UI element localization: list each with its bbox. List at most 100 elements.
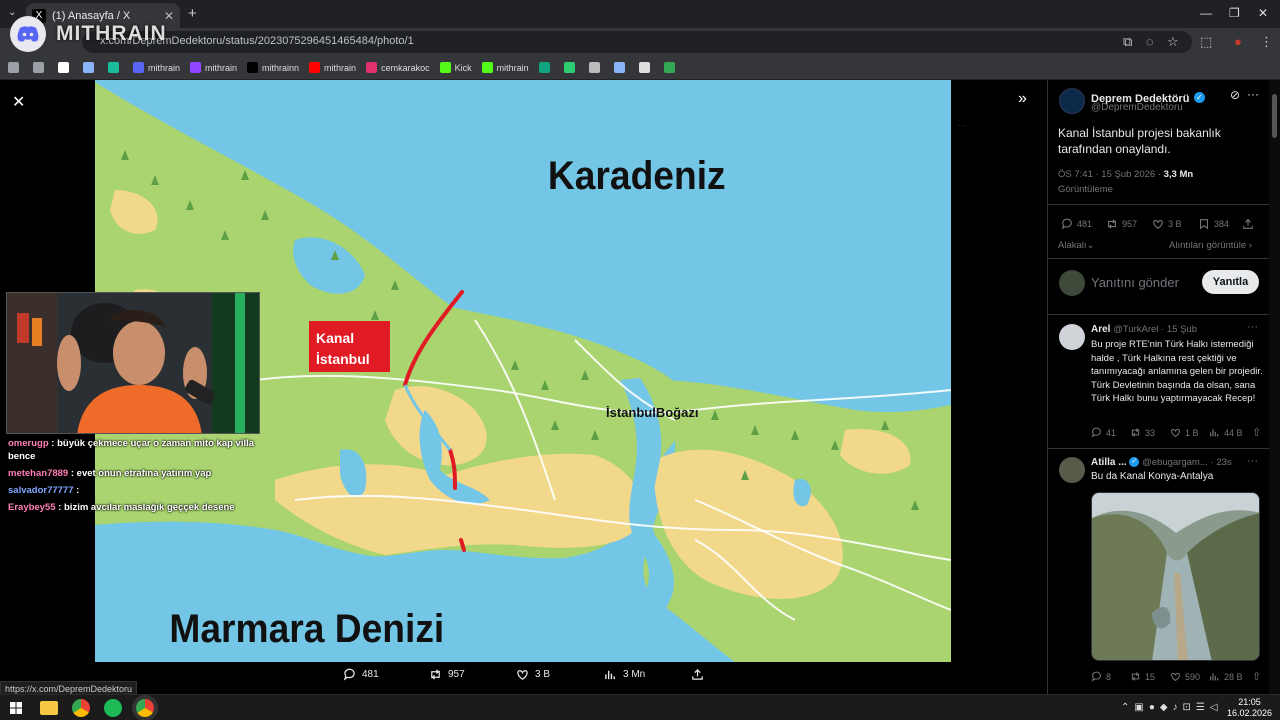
- more-options-icon[interactable]: ···: [1247, 321, 1258, 333]
- chrome-icon[interactable]: [72, 699, 90, 717]
- more-options-icon[interactable]: ···: [1247, 87, 1259, 101]
- share-button[interactable]: [1242, 218, 1258, 230]
- reply-time[interactable]: · 23s: [1211, 457, 1232, 468]
- chat-username: omerugp: [8, 438, 49, 449]
- like-button[interactable]: 3 B: [1152, 218, 1182, 230]
- author-avatar[interactable]: [1059, 88, 1085, 114]
- chrome-active-icon[interactable]: [136, 699, 154, 717]
- photo-views-button[interactable]: 3 Mn: [604, 668, 645, 681]
- tweet-time[interactable]: ÖS 7:41 · 15 Şub 2026 ·: [1058, 169, 1161, 180]
- relevance-sort[interactable]: Alakalı⌄: [1058, 240, 1094, 251]
- share-icon: [692, 669, 703, 680]
- reply-reply-button[interactable]: 8: [1091, 671, 1111, 682]
- heart-icon: [1153, 220, 1163, 229]
- restore-icon[interactable]: ❐: [1229, 6, 1240, 20]
- bookmark-item[interactable]: [638, 62, 654, 73]
- view-quotes-link[interactable]: Alıntıları görüntüle ›: [1169, 240, 1252, 251]
- url-omnibox[interactable]: x.com/DepremDedektoru/status/20230752964…: [82, 31, 1192, 53]
- image-icon: [638, 62, 650, 73]
- verified-badge-icon: ✓: [1129, 457, 1140, 468]
- menu-kebab-icon[interactable]: ⋮: [1260, 34, 1273, 50]
- bookmark-item[interactable]: [613, 62, 629, 73]
- reply-handle[interactable]: @TurkArel · 15 Şub: [1113, 324, 1197, 335]
- bookmark-item[interactable]: [563, 62, 579, 73]
- instagram-icon: [366, 62, 378, 73]
- share-icon[interactable]: ⇧: [1252, 426, 1261, 439]
- more-options-icon[interactable]: ···: [1247, 455, 1258, 467]
- spotify-icon[interactable]: [104, 699, 122, 717]
- bookmark-item[interactable]: cemkarakoc: [366, 62, 430, 73]
- bookmark-item[interactable]: [8, 62, 23, 73]
- photo-reply-button[interactable]: 481: [343, 668, 379, 681]
- reply-reply-button[interactable]: 41: [1091, 427, 1116, 438]
- bookmark-button[interactable]: 384: [1198, 218, 1229, 230]
- chat-text: evet onun etrafına yatırım yap: [76, 468, 212, 479]
- divider: [1048, 204, 1269, 205]
- bookmark-item[interactable]: mithrain: [481, 62, 529, 73]
- taskbar-clock[interactable]: 21:05 16.02.2026: [1227, 697, 1272, 719]
- reply-like-button[interactable]: 590: [1170, 671, 1200, 682]
- reply-avatar[interactable]: [1059, 324, 1085, 350]
- photo-like-button[interactable]: 3 B: [516, 668, 550, 681]
- close-photo-icon[interactable]: ✕: [12, 92, 25, 112]
- reply-submit-button[interactable]: Yanıtla: [1202, 270, 1259, 294]
- window-close-icon[interactable]: ✕: [1258, 6, 1268, 20]
- photo-share-button[interactable]: [691, 668, 710, 681]
- cast-icon[interactable]: ⧉: [1123, 34, 1132, 50]
- reply-photo[interactable]: [1091, 492, 1260, 661]
- bookmark-item[interactable]: [108, 62, 123, 73]
- stream-chat: omerugp : büyük çekmece uçar o zaman mit…: [8, 437, 258, 518]
- reply-views-count: 28 B: [1224, 671, 1243, 682]
- reply-views-button[interactable]: 44 B: [1209, 427, 1243, 438]
- author-handle[interactable]: @DepremDedektoru: [1091, 102, 1183, 113]
- windows-start-icon[interactable]: [10, 702, 22, 714]
- bookmark-star-icon[interactable]: ☆: [1167, 34, 1179, 50]
- chat-username: salvador77777: [8, 485, 74, 496]
- bookmark-item[interactable]: [83, 62, 98, 73]
- file-explorer-icon[interactable]: [40, 701, 58, 715]
- extensions-icon[interactable]: ⬚: [1200, 34, 1212, 50]
- scrollbar[interactable]: [1269, 80, 1280, 694]
- tweet-text: Kanal İstanbul projesi bakanlık tarafınd…: [1058, 126, 1221, 156]
- scrollbar-thumb[interactable]: [1272, 94, 1277, 138]
- youtube-icon: [309, 62, 321, 73]
- minimize-icon[interactable]: —: [1200, 6, 1212, 20]
- reply-input[interactable]: Yanıtını gönder: [1091, 275, 1179, 290]
- reply-repost-button[interactable]: 15: [1130, 671, 1155, 682]
- bookmark-item[interactable]: [588, 62, 604, 73]
- reply-handle[interactable]: @ebugargam...: [1142, 457, 1208, 468]
- my-avatar[interactable]: [1059, 270, 1085, 296]
- reply-author[interactable]: Arel: [1091, 324, 1110, 335]
- bookmark-item[interactable]: Kick: [439, 62, 472, 73]
- bookmark-item[interactable]: [538, 62, 554, 73]
- heart-icon: [1171, 672, 1180, 682]
- eye-off-icon[interactable]: ◌: [1146, 34, 1154, 49]
- repost-button[interactable]: 957: [1106, 218, 1137, 230]
- reply-author[interactable]: Atilla ...: [1091, 457, 1127, 468]
- reply-avatar[interactable]: [1059, 457, 1085, 483]
- bookmark-item[interactable]: [663, 62, 679, 73]
- bookmark-item[interactable]: mithrain: [190, 62, 237, 73]
- reply-repost-button[interactable]: 33: [1130, 427, 1155, 438]
- collapse-panel-icon[interactable]: »: [1018, 90, 1027, 108]
- grok-icon[interactable]: ⊘: [1230, 88, 1240, 102]
- bookmark-item[interactable]: mithrain: [133, 62, 180, 73]
- reply-views-button[interactable]: 28 B: [1209, 671, 1243, 682]
- new-tab-icon[interactable]: +: [188, 5, 197, 22]
- reply-icon: [1091, 427, 1101, 438]
- reply-like-button[interactable]: 1 B: [1170, 427, 1199, 438]
- bookmark-item[interactable]: [33, 62, 48, 73]
- bookmark-item[interactable]: mithrain: [309, 62, 356, 73]
- photo-repost-button[interactable]: 957: [429, 668, 465, 681]
- repost-icon: [1131, 672, 1140, 681]
- views-chart-icon: [605, 670, 615, 680]
- reply-button[interactable]: 481: [1061, 218, 1092, 230]
- reply-header: Atilla ... ✓ @ebugargam... · 23s: [1091, 457, 1232, 468]
- system-tray-icons[interactable]: ⌃▣●◆♪⊡☰◁: [1121, 702, 1223, 713]
- profile-icon[interactable]: ●: [1234, 34, 1242, 49]
- bookmark-item[interactable]: mithrainn: [247, 62, 299, 73]
- bookmark-item[interactable]: [58, 62, 73, 73]
- share-icon[interactable]: ⇧: [1252, 670, 1261, 683]
- repost-count: 957: [1122, 219, 1138, 229]
- chat-username: metehan7889: [8, 468, 69, 479]
